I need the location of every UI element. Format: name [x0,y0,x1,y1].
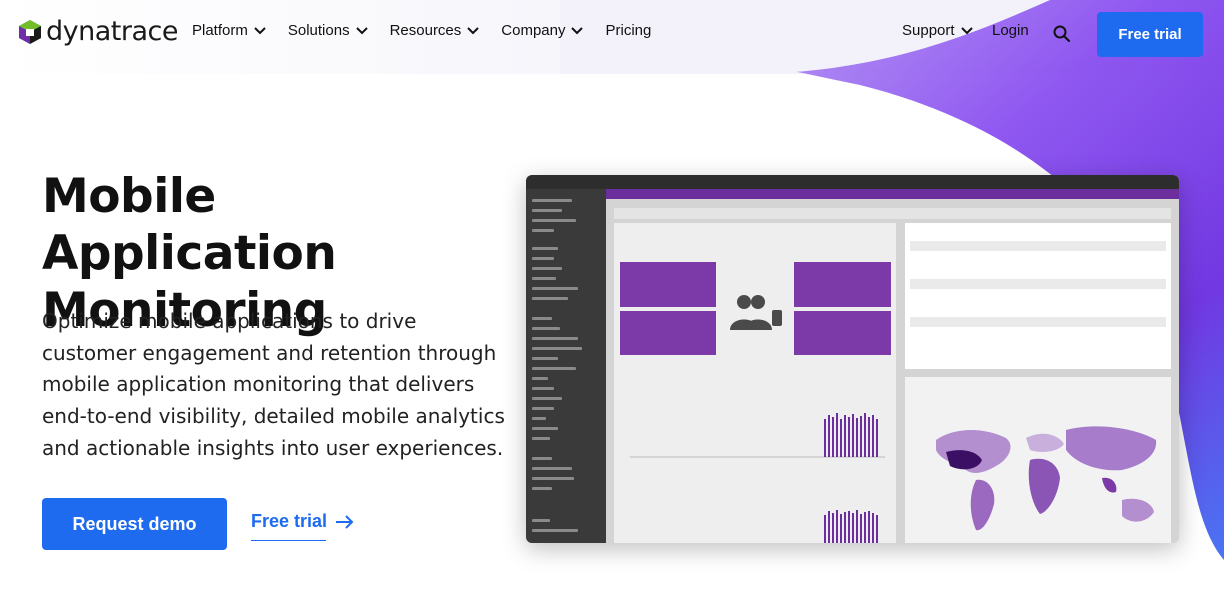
nav-item-support[interactable]: Support [902,22,973,39]
product-screenshot [526,175,1179,543]
chevron-down-icon [254,26,266,34]
world-map-graphic [936,426,1157,531]
nav-item-resources[interactable]: Resources [390,22,480,39]
free-trial-button[interactable]: Free trial [1097,12,1203,57]
screenshot-breadcrumb [606,189,1179,199]
nav-item-pricing[interactable]: Pricing [605,22,651,39]
nav-item-label: Platform [192,22,248,39]
screenshot-problem-row [910,241,1166,251]
screenshot-network-tile [794,262,891,307]
arrow-right-icon [336,514,354,529]
screenshot-filter-bar [614,208,1171,219]
link-underline [251,540,326,541]
screenshot-topbar [526,175,1179,189]
nav-item-label: Company [501,22,566,39]
request-demo-button[interactable]: Request demo [42,498,227,550]
hero-description: Optimize mobile applications to drive cu… [42,309,505,460]
screenshot-sessions-chart [630,413,885,458]
nav-item-label: Support [902,22,955,39]
nav-item-label: Resources [389,22,462,39]
screenshot-crashes-tile [620,311,716,355]
chevron-down-icon [355,26,368,34]
login-link[interactable]: Login [992,22,1029,39]
screenshot-usage-tile [620,262,716,307]
users-icon [730,295,782,330]
chevron-down-icon [960,26,973,34]
screenshot-newusers-chart [824,510,878,543]
free-trial-link[interactable]: Free trial [251,511,355,541]
top-navigation: dynatrace Platform Solutions Resources C… [0,0,1224,70]
screenshot-problem-row [910,279,1166,289]
dynatrace-logo-icon [19,20,41,44]
nav-item-company[interactable]: Company [501,22,584,39]
screenshot-problem-row [910,317,1166,327]
chevron-down-icon [571,26,584,34]
brand-name: dynatrace [46,16,178,47]
nav-item-solutions[interactable]: Solutions [288,22,368,39]
chevron-down-icon [467,26,479,34]
main-menu: Platform Solutions Resources Company Pri… [192,22,673,39]
search-icon[interactable] [1052,24,1072,44]
nav-item-label: Pricing [605,22,652,39]
free-trial-link-label: Free trial [251,511,328,531]
nav-item-label: Solutions [287,22,350,39]
screenshot-sidebar [526,189,606,543]
screenshot-services-tile [794,311,891,355]
nav-item-platform[interactable]: Platform [192,22,266,39]
dynatrace-logo[interactable]: dynatrace [18,18,178,46]
